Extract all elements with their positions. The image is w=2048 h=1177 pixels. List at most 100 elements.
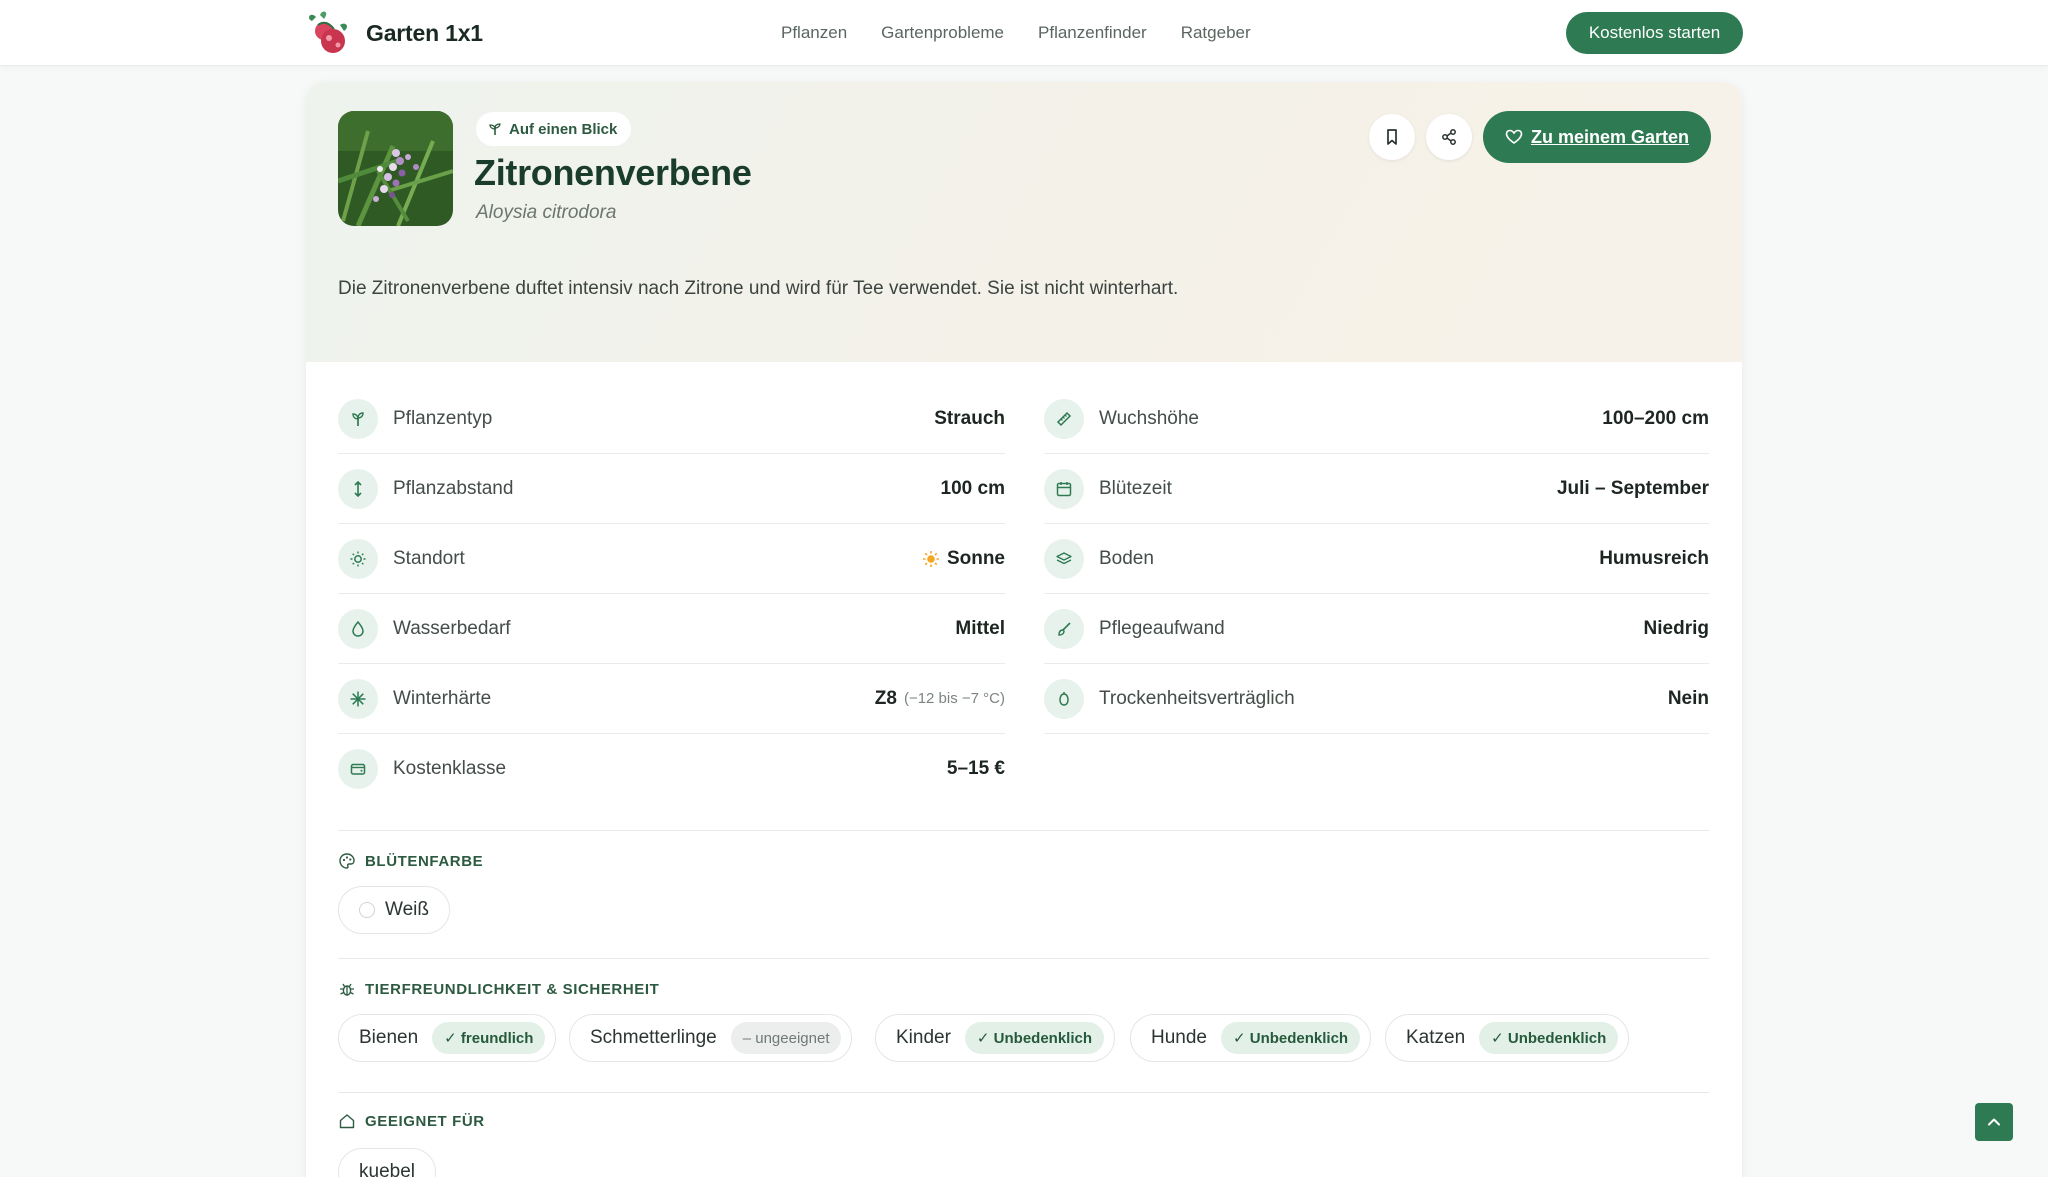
- snowflake-icon: [338, 678, 378, 719]
- nav-link-pflanzen[interactable]: Pflanzen: [781, 23, 847, 43]
- attr-value-text: 5–15 €: [946, 758, 1005, 779]
- attr-value-text: Z8: [874, 687, 897, 709]
- flower-color-chip: Weiß: [338, 886, 450, 934]
- attr-value-text: Humusreich: [1599, 547, 1709, 569]
- attr-value-text: 100–200 cm: [1602, 407, 1709, 429]
- attr-value-text: Mittel: [955, 617, 1005, 639]
- attr-row-wasserbedarf: Wasserbedarf Mittel: [338, 594, 1005, 664]
- attr-value: Niedrig: [1644, 618, 1709, 640]
- wallet-icon: [338, 749, 378, 789]
- flower-color-heading: BLÜTENFARBE: [338, 852, 483, 870]
- add-to-garden-button[interactable]: Zu meinem Garten: [1483, 111, 1711, 163]
- cactus-icon: [1044, 678, 1084, 719]
- attr-value-text: Sonne: [946, 547, 1005, 569]
- attr-label: Kostenklasse: [393, 758, 507, 779]
- section-divider: [338, 958, 1709, 959]
- attr-row-pflanzentyp: Pflanzentyp Strauch: [338, 384, 1005, 454]
- attr-row-trockenheit: Trockenheitsverträglich Nein: [1044, 664, 1709, 734]
- plant-latin-name: Aloysia citrodora: [476, 202, 617, 223]
- at-a-glance-badge: Auf einen Blick: [476, 112, 632, 146]
- attr-value: Nein: [1668, 688, 1709, 710]
- layers-icon: [1044, 538, 1084, 579]
- section-divider: [338, 830, 1709, 831]
- safety-chip-label: Bienen: [359, 1027, 419, 1048]
- brand-logo-icon: [309, 11, 347, 53]
- palette-icon: [339, 853, 355, 869]
- brush-icon: [1044, 608, 1084, 649]
- attr-value: Strauch: [934, 408, 1005, 430]
- bug-icon: [340, 983, 354, 996]
- safety-chip-label: Kinder: [896, 1027, 951, 1048]
- attr-label: Boden: [1099, 547, 1154, 569]
- share-button[interactable]: [1426, 114, 1472, 160]
- safety-chip-hunde: Hunde ✓ Unbedenklich: [1130, 1014, 1372, 1062]
- attr-value: Z8 (−12 bis −7 °C): [875, 688, 1005, 710]
- attr-label: Blütezeit: [1099, 477, 1172, 499]
- nav-link-pflanzenfinder[interactable]: Pflanzenfinder: [1038, 23, 1147, 43]
- attr-label: Standort: [393, 547, 465, 569]
- nav-link-gartenprobleme[interactable]: Gartenprobleme: [881, 23, 1004, 43]
- safety-status-pill: ✓ freundlich: [432, 1022, 546, 1054]
- brand-name: Garten 1x1: [366, 19, 483, 46]
- calendar-icon: [1044, 468, 1084, 509]
- attr-value-text: Strauch: [934, 407, 1005, 429]
- attr-value-sub: (−12 bis −7 °C): [903, 690, 1005, 707]
- attr-value-text: Niedrig: [1643, 617, 1709, 639]
- attr-value: 100–200 cm: [1602, 408, 1709, 430]
- scroll-to-top-button[interactable]: [1975, 1103, 2013, 1141]
- suitable-for-title: GEEIGNET FÜR: [365, 1112, 485, 1130]
- attr-value: Humusreich: [1599, 548, 1709, 570]
- water-drop-icon: [338, 608, 378, 649]
- attr-label: Pflegeaufwand: [1099, 617, 1225, 639]
- safety-chip-label: Katzen: [1406, 1027, 1466, 1048]
- plant-detail-card: Auf einen Blick Zitronenverbene Aloysia …: [306, 82, 1742, 1177]
- nav-link-ratgeber[interactable]: Ratgeber: [1181, 23, 1251, 43]
- suitable-chip: kuebel: [338, 1148, 436, 1177]
- flower-color-title: BLÜTENFARBE: [365, 852, 484, 870]
- attr-value: 100 cm: [941, 478, 1005, 500]
- attr-value: Sonne: [922, 548, 1005, 570]
- home-icon: [339, 1114, 355, 1129]
- attr-value: Mittel: [955, 618, 1005, 640]
- attr-row-winterhaerte: Winterhärte Z8 (−12 bis −7 °C): [338, 664, 1005, 734]
- safety-chip-label: Hunde: [1151, 1027, 1207, 1048]
- top-navigation-bar: Garten 1x1 Pflanzen Gartenprobleme Pflan…: [0, 0, 2048, 66]
- attr-label: Pflanzentyp: [393, 407, 493, 429]
- attr-label: Pflanzabstand: [393, 477, 514, 499]
- flower-color-label: Weiß: [385, 899, 429, 920]
- safety-chip-label: Schmetterlinge: [590, 1027, 717, 1048]
- attr-value: 5–15 €: [947, 758, 1005, 780]
- plant-hero: Auf einen Blick Zitronenverbene Aloysia …: [306, 82, 1742, 362]
- safety-chip-katzen: Katzen ✓ Unbedenklich: [1385, 1014, 1630, 1062]
- attr-value-text: Nein: [1667, 687, 1709, 709]
- safety-chip-schmetterlinge: Schmetterlinge – ungeeignet: [569, 1014, 853, 1062]
- attr-label: Winterhärte: [393, 687, 492, 709]
- share-icon: [1442, 129, 1456, 145]
- start-free-button[interactable]: Kostenlos starten: [1566, 12, 1743, 54]
- sun-icon: [338, 538, 378, 579]
- attr-value-text: 100 cm: [940, 477, 1005, 499]
- attr-row-pflanzabstand: Pflanzabstand 100 cm: [338, 454, 1005, 524]
- safety-status-pill: ✓ Unbedenklich: [1479, 1022, 1619, 1054]
- ruler-icon: [1044, 398, 1084, 439]
- main-nav: Pflanzen Gartenprobleme Pflanzenfinder R…: [781, 0, 1251, 66]
- attr-row-standort: Standort Sonne: [338, 524, 1005, 594]
- bookmark-button[interactable]: [1369, 114, 1415, 160]
- attr-value-text: Juli – September: [1556, 477, 1709, 499]
- add-to-garden-label: Zu meinem Garten: [1530, 126, 1690, 147]
- suitable-for-heading: GEEIGNET FÜR: [338, 1112, 485, 1130]
- safety-chip-bienen: Bienen ✓ freundlich: [338, 1014, 557, 1062]
- plant-photo-illustration: [338, 111, 453, 226]
- sprout-icon: [489, 123, 501, 135]
- animal-safety-title: TIERFREUNDLICHKEIT & SICHERHEIT: [365, 980, 660, 998]
- attr-label: Wasserbedarf: [393, 617, 511, 639]
- safety-status-pill: ✓ Unbedenklich: [964, 1022, 1105, 1054]
- attr-row-pflegeaufwand: Pflegeaufwand Niedrig: [1044, 594, 1709, 664]
- attr-row-boden: Boden Humusreich: [1044, 524, 1709, 594]
- brand-link[interactable]: Garten 1x1: [304, 8, 483, 58]
- page-title: Zitronenverbene: [474, 152, 752, 193]
- safety-status-pill: – ungeeignet: [730, 1022, 842, 1054]
- safety-status-pill: ✓ Unbedenklich: [1221, 1022, 1361, 1054]
- plant-description: Die Zitronenverbene duftet intensiv nach…: [338, 278, 1179, 299]
- chevron-up-icon: [1988, 1118, 2000, 1126]
